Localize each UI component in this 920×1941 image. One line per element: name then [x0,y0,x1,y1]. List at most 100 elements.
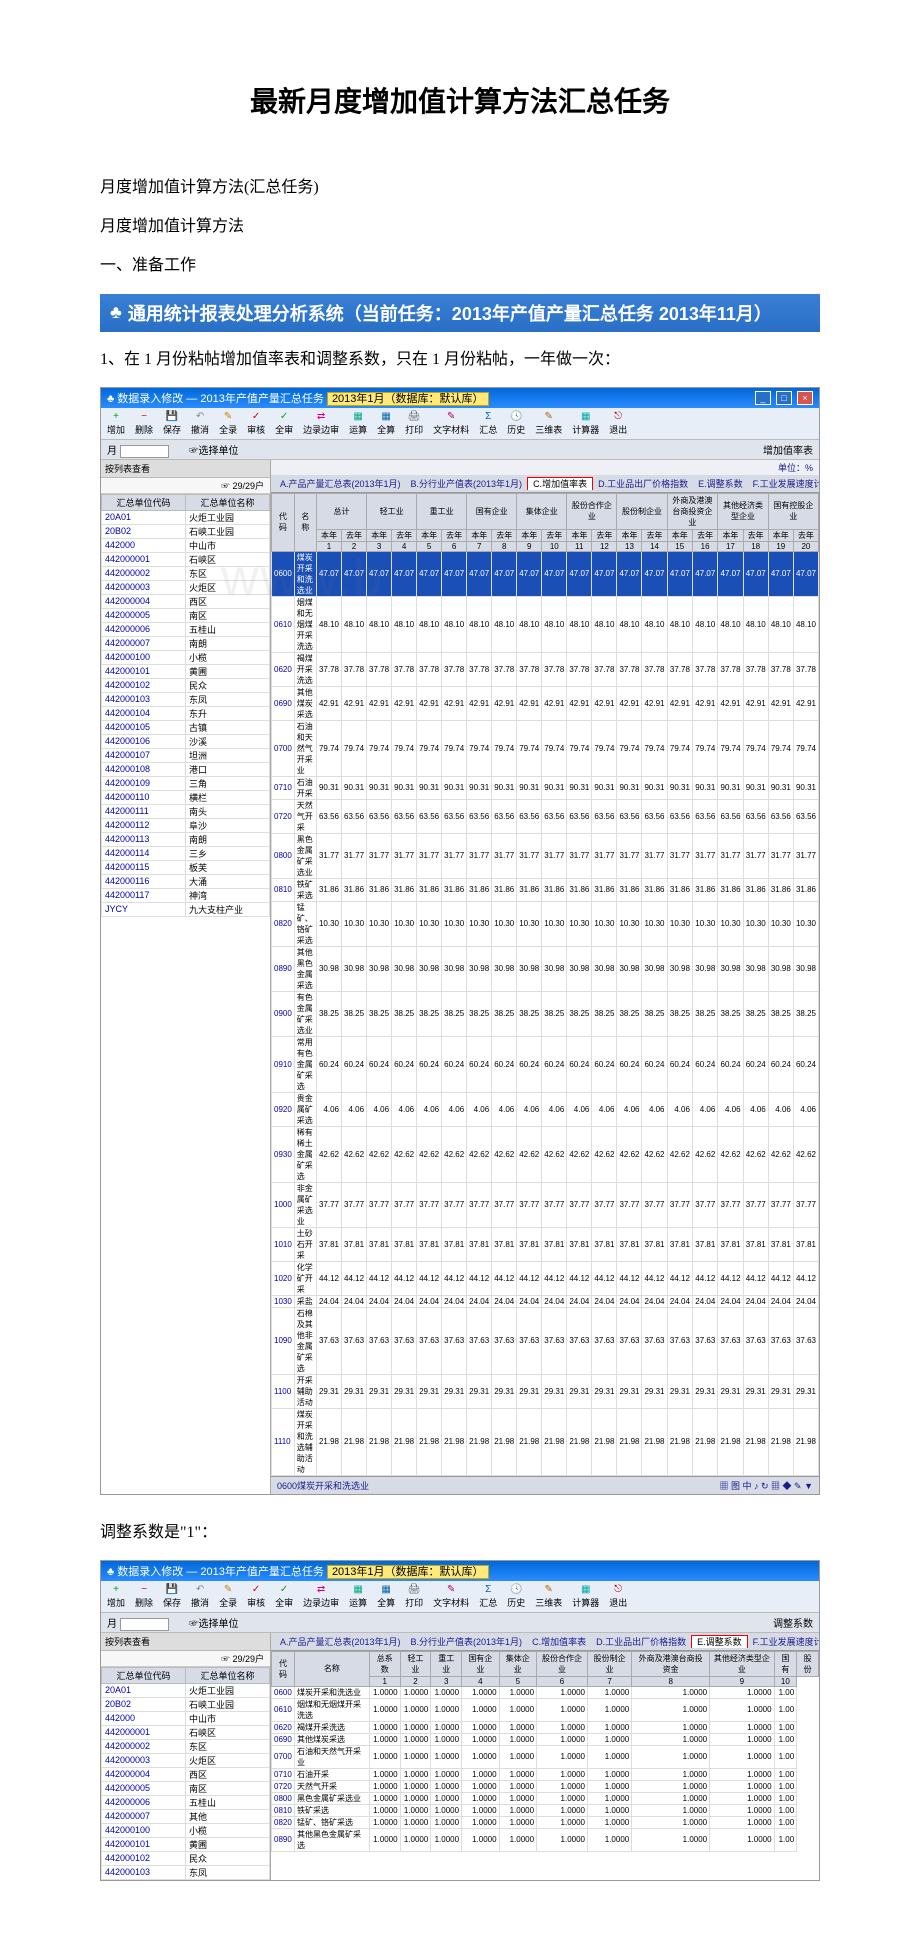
search-icon-2[interactable]: ☞ [221,1654,230,1664]
unit-row[interactable]: 442000106沙溪 [102,734,270,748]
unit-row[interactable]: 442000108港口 [102,762,270,776]
grid-row[interactable]: 0710石油开采90.3190.3190.3190.3190.3190.3190… [272,776,819,799]
grid-row[interactable]: 1030采盐24.0424.0424.0424.0424.0424.0424.0… [272,1295,819,1307]
grid-row[interactable]: 0820锰矿、铬矿采选10.3010.3010.3010.3010.3010.3… [272,901,819,946]
tab-5[interactable]: F.工业发展速度计算表(2013年1月) [748,478,819,490]
grid-row[interactable]: 1010土砂石开采37.8137.8137.8137.8137.8137.813… [272,1227,819,1261]
toolbar-全录[interactable]: ✎全录 [219,411,237,436]
grid-row[interactable]: 0600煤炭开采和洗选业47.0747.0747.0747.0747.0747.… [272,551,819,596]
unit-row[interactable]: 442000115板芙 [102,860,270,874]
unit-row[interactable]: 442000003火炬区 [102,1753,270,1767]
unit-row[interactable]: 442000107坦洲 [102,748,270,762]
toolbar-计算器[interactable]: ▦计算器 [572,1584,599,1609]
grid-row[interactable]: 0820锰矿、铬矿采选1.00001.00001.00001.00001.000… [272,1816,819,1828]
toolbar-删除[interactable]: −删除 [135,411,153,436]
grid-row[interactable]: 0800黑色金属矿采选业31.7731.7731.7731.7731.7731.… [272,833,819,878]
unit-row[interactable]: 442000100小榄 [102,650,270,664]
grid-row[interactable]: 0600煤炭开采和洗选业1.00001.00001.00001.00001.00… [272,1686,819,1698]
toolbar-删除[interactable]: −删除 [135,1584,153,1609]
tab-4[interactable]: E.调整系数 [693,478,748,490]
select-unit[interactable]: ☞选择单位 [189,442,239,457]
close-button[interactable]: × [797,391,813,405]
unit-row[interactable]: 442000中山市 [102,1711,270,1725]
grid-row[interactable]: 0610烟煤和无烟煤开采洗选48.1048.1048.1048.1048.104… [272,596,819,652]
grid-row[interactable]: 0690其他煤炭采选42.9142.9142.9142.9142.9142.91… [272,686,819,720]
grid-row[interactable]: 1090石棉及其他非金属矿采选37.6337.6337.6337.6337.63… [272,1307,819,1374]
toolbar-计算器[interactable]: ▦计算器 [572,411,599,436]
unit-row[interactable]: JYCY九大支柱产业 [102,902,270,916]
tab-1[interactable]: B.分行业产值表(2013年1月) [406,478,528,490]
unit-row[interactable]: 442000002东区 [102,1739,270,1753]
unit-row[interactable]: 442000003火炬区 [102,580,270,594]
grid-row[interactable]: 0890其他黑色金属矿采选1.00001.00001.00001.00001.0… [272,1828,819,1851]
grid-row[interactable]: 0700石油和天然气开采业1.00001.00001.00001.00001.0… [272,1745,819,1768]
toolbar-撤消[interactable]: ↶撤消 [191,411,209,436]
tab-0[interactable]: A.产品产量汇总表(2013年1月) [275,478,406,490]
unit-row[interactable]: 442000117神湾 [102,888,270,902]
grid-row[interactable]: 0810铁矿采选1.00001.00001.00001.00001.00001.… [272,1804,819,1816]
toolbar-文字材料[interactable]: ✎文字材料 [433,1584,469,1609]
grid-row[interactable]: 0720天然气开采63.5663.5663.5663.5663.5663.566… [272,799,819,833]
grid-row[interactable]: 0890其他黑色金属采选30.9830.9830.9830.9830.9830.… [272,946,819,991]
unit-row[interactable]: 20A01火炬工业园 [102,510,270,524]
unit-row[interactable]: 442000005南区 [102,608,270,622]
toolbar-保存[interactable]: 💾保存 [163,411,181,436]
toolbar-历史[interactable]: 🕓历史 [507,411,525,436]
toolbar-保存[interactable]: 💾保存 [163,1584,181,1609]
grid-row[interactable]: 0620褐煤开采洗选37.7837.7837.7837.7837.7837.78… [272,652,819,686]
search-icon[interactable]: ☞ [221,481,230,491]
unit-row[interactable]: 442000002东区 [102,566,270,580]
unit-row[interactable]: 442000006五桂山 [102,1795,270,1809]
tab-2[interactable]: C.增加值率表 [527,477,593,490]
grid-row[interactable]: 1000非金属矿采选业37.7737.7737.7737.7737.7737.7… [272,1182,819,1227]
unit-row[interactable]: 442000006五桂山 [102,622,270,636]
toolbar-打印[interactable]: 🖨打印 [405,411,423,436]
toolbar-边录边审[interactable]: ⇄边录边审 [303,1584,339,1609]
toolbar-增加[interactable]: +增加 [107,1584,125,1609]
select-unit-2[interactable]: ☞选择单位 [189,1615,239,1630]
toolbar-历史[interactable]: 🕓历史 [507,1584,525,1609]
unit-row[interactable]: 20B02石峡工业园 [102,1697,270,1711]
toolbar-全算[interactable]: ▦全算 [377,1584,395,1609]
toolbar-全审[interactable]: ✓全审 [275,411,293,436]
unit-row[interactable]: 442000113南朗 [102,832,270,846]
unit-row[interactable]: 442000中山市 [102,538,270,552]
grid-row[interactable]: 0710石油开采1.00001.00001.00001.00001.00001.… [272,1768,819,1780]
grid-row[interactable]: 0910常用有色金属矿采选60.2460.2460.2460.2460.2460… [272,1036,819,1092]
toolbar-全算[interactable]: ▦全算 [377,411,395,436]
toolbar-退出[interactable]: ⎋退出 [609,1584,627,1609]
unit-row[interactable]: 442000001石峡区 [102,1725,270,1739]
grid-row[interactable]: 1110煤炭开采和洗选辅助活动21.9821.9821.9821.9821.98… [272,1408,819,1475]
tab-3[interactable]: D.工业品出厂价格指数 [591,1636,691,1648]
grid-row[interactable]: 0690其他煤炭采选1.00001.00001.00001.00001.0000… [272,1733,819,1745]
toolbar-边录边审[interactable]: ⇄边录边审 [303,411,339,436]
toolbar-审核[interactable]: ✓审核 [247,411,265,436]
unit-row[interactable]: 442000111南头 [102,804,270,818]
tab-3[interactable]: D.工业品出厂价格指数 [593,478,693,490]
unit-row[interactable]: 442000005南区 [102,1781,270,1795]
unit-row[interactable]: 442000101黄圃 [102,1837,270,1851]
grid-row[interactable]: 0620褐煤开采洗选1.00001.00001.00001.00001.0000… [272,1721,819,1733]
toolbar-文字材料[interactable]: ✎文字材料 [433,411,469,436]
unit-row[interactable]: 442000004西区 [102,1767,270,1781]
toolbar-汇总[interactable]: Σ汇总 [479,1584,497,1609]
maximize-button[interactable]: □ [776,391,792,405]
footer-icons[interactable]: ▦ 图 中 ♪ ↻ ▦ ◆ ✎ ▼ [720,1479,814,1492]
unit-row[interactable]: 442000110横栏 [102,790,270,804]
toolbar-全审[interactable]: ✓全审 [275,1584,293,1609]
toolbar-退出[interactable]: ⎋退出 [609,411,627,436]
month-select[interactable] [120,445,169,458]
toolbar-三维表[interactable]: ✎三维表 [535,411,562,436]
toolbar-增加[interactable]: +增加 [107,411,125,436]
toolbar-撤消[interactable]: ↶撤消 [191,1584,209,1609]
grid-row[interactable]: 1020化学矿开采44.1244.1244.1244.1244.1244.124… [272,1261,819,1295]
tab-0[interactable]: A.产品产量汇总表(2013年1月) [275,1636,406,1648]
unit-row[interactable]: 442000109三角 [102,776,270,790]
unit-row[interactable]: 442000004西区 [102,594,270,608]
unit-row[interactable]: 442000112阜沙 [102,818,270,832]
tab-2[interactable]: C.增加值率表 [527,1636,591,1648]
unit-row[interactable]: 442000102民众 [102,678,270,692]
unit-row[interactable]: 442000105古镇 [102,720,270,734]
minimize-button[interactable]: _ [755,391,771,405]
grid-row[interactable]: 0900有色金属矿采选业38.2538.2538.2538.2538.2538.… [272,991,819,1036]
